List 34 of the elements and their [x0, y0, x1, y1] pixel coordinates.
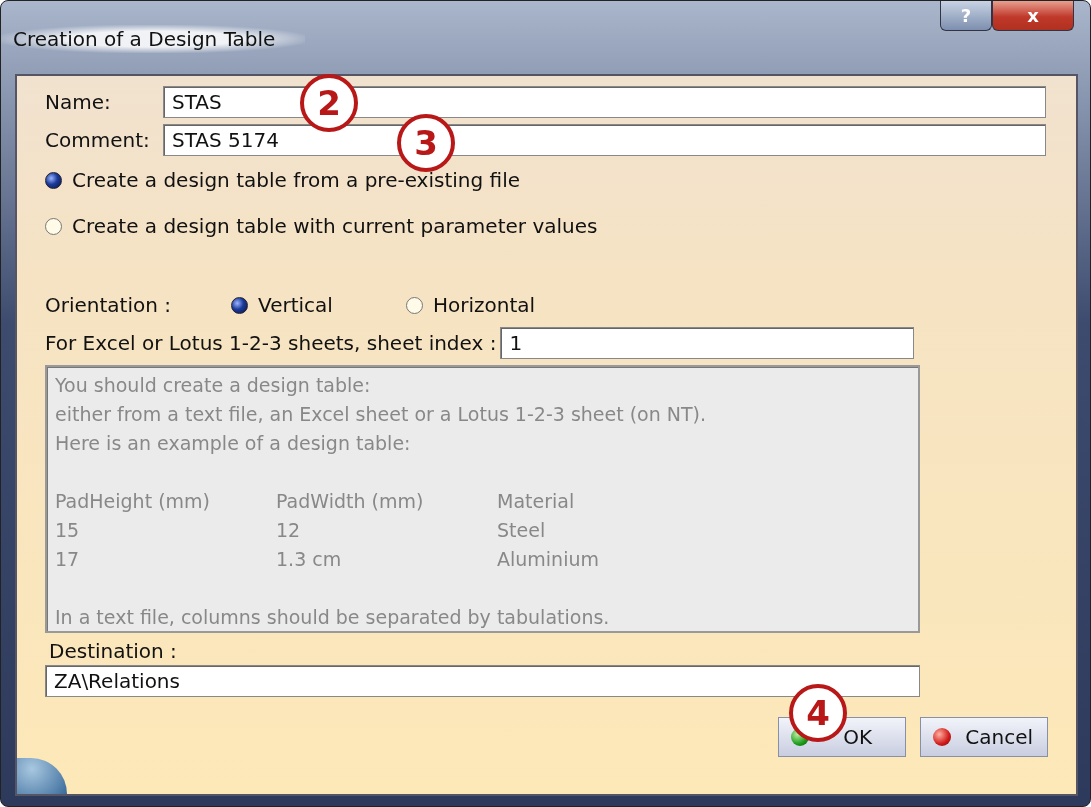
info-text: You should create a design table:: [55, 373, 372, 398]
window-title: Creation of a Design Table: [1, 25, 306, 53]
example-cell-text: PadHeight (mm): [55, 489, 211, 514]
radio-button[interactable]: [406, 296, 423, 314]
info-text: either from a text file, an Excel sheet or a Lotus 1-2-3 sheet (on NT).: [55, 402, 708, 427]
example-cell-text: Steel: [497, 518, 547, 543]
radio-button[interactable]: [45, 217, 62, 235]
example-cell-text: 1.3 cm: [276, 547, 343, 572]
cancel-button[interactable]: Cancel: [920, 717, 1048, 757]
step-number-callout: 2: [300, 74, 358, 132]
sheet-index-label: For Excel or Lotus 1-2-3 sheets, sheet index :: [45, 331, 497, 355]
example-cell-text: Aluminium: [497, 547, 600, 572]
destination-label: Destination :: [49, 639, 178, 663]
example-cell-text: 17: [55, 547, 81, 572]
name-label: Name:: [45, 90, 112, 114]
sheet-index-field[interactable]: 1: [500, 327, 915, 359]
example-cell-text: 12: [276, 518, 302, 543]
radio-button[interactable]: [45, 171, 62, 189]
step-number-callout: 3: [397, 114, 455, 172]
info-text: In a text file, columns should be separated by tabulations.: [55, 605, 611, 630]
radio-label: Create a design table with current parameter values: [72, 214, 598, 238]
radio-button[interactable]: [231, 296, 248, 314]
example-cell-text: 15: [55, 518, 81, 543]
info-text: Here is an example of a design table:: [55, 431, 412, 456]
radio-label: Horizontal: [433, 293, 536, 317]
planet-icon: [17, 758, 67, 794]
example-cell-text: Material: [497, 489, 576, 514]
destination-field[interactable]: ZA\Relations: [45, 665, 920, 697]
orientation-label: Orientation :: [45, 293, 172, 317]
example-cell-text: PadWidth (mm): [276, 489, 425, 514]
radio-label: Vertical: [258, 293, 333, 317]
cancel-dot-icon: [933, 728, 952, 746]
comment-label: Comment:: [45, 128, 151, 152]
close-button[interactable]: x: [992, 1, 1074, 31]
